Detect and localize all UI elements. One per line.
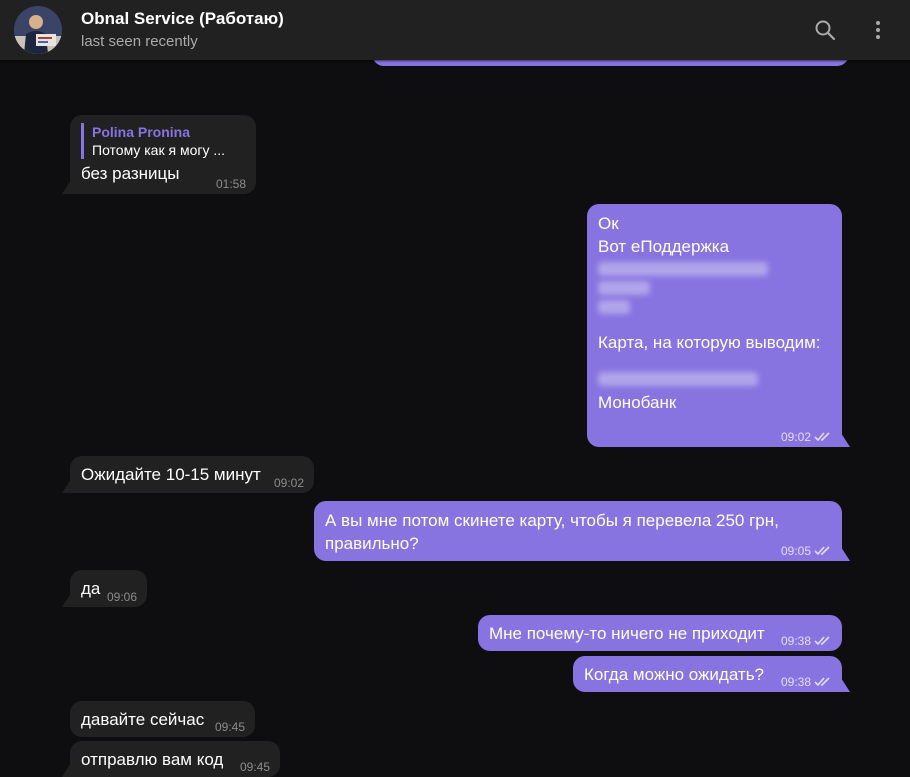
message-bubble-outgoing[interactable]: А вы мне потом скинете карту, чтобы я пе…: [314, 501, 842, 561]
chat-status: last seen recently: [81, 33, 198, 50]
message-bubble-incoming[interactable]: да 09:06: [70, 570, 147, 607]
double-check-icon: [814, 432, 830, 442]
message-text: Ожидайте 10-15 минут: [81, 465, 261, 484]
blurred-text: [598, 281, 650, 295]
message-meta: 09:05: [781, 544, 832, 558]
message-bubble-incoming[interactable]: давайте сейчас 09:45: [70, 701, 255, 737]
message-meta: 01:58: [216, 177, 246, 191]
message-meta: 09:45: [215, 720, 245, 734]
message-meta: 09:02: [781, 430, 832, 444]
blurred-text: [598, 372, 758, 386]
double-check-icon: [814, 546, 830, 556]
chat-header: Obnal Service (Работаю) last seen recent…: [0, 0, 910, 60]
message-meta: 09:45: [240, 760, 270, 774]
message-bubble-incoming[interactable]: Ожидайте 10-15 минут 09:02: [70, 456, 314, 493]
message-time: 09:45: [239, 760, 270, 774]
message-text-line: Карта, на которую выводим:: [598, 333, 821, 352]
message-bubble-incoming[interactable]: отправлю вам код 09:45: [70, 741, 280, 777]
chat-title[interactable]: Obnal Service (Работаю): [81, 9, 284, 29]
message-time: 09:05: [780, 544, 811, 558]
avatar-image: [14, 6, 62, 54]
message-time: 09:02: [273, 476, 304, 490]
message-time: 09:38: [780, 675, 811, 689]
message-bubble-outgoing[interactable]: Когда можно ожидать? 09:38: [573, 656, 842, 692]
message-time: 09:38: [780, 634, 811, 648]
message-text-line: Вот еПоддержка: [598, 237, 730, 256]
blurred-text: [598, 262, 768, 276]
more-button[interactable]: [858, 10, 898, 50]
message-bubble-outgoing[interactable]: Ок Вот еПоддержка Карта, на которую выво…: [587, 204, 842, 447]
double-check-icon: [814, 677, 830, 687]
message-text-line: А вы мне потом скинете карту, чтобы я пе…: [325, 511, 779, 530]
message-meta: 09:38: [781, 634, 832, 648]
message-bubble-partial[interactable]: [372, 60, 849, 66]
more-vertical-icon: [876, 21, 880, 39]
message-text-line: Ок: [598, 214, 619, 233]
message-time: 01:58: [215, 177, 246, 191]
message-bubble-incoming[interactable]: Polina Pronina Потому как я могу ... без…: [70, 115, 256, 194]
message-bubble-outgoing[interactable]: Мне почему-то ничего не приходит 09:38: [478, 615, 842, 651]
reply-preview[interactable]: Polina Pronina Потому как я могу ...: [81, 123, 246, 159]
reply-text: Потому как я могу ...: [92, 142, 226, 158]
message-time: 09:45: [214, 720, 245, 734]
blurred-text: [598, 300, 630, 314]
message-list[interactable]: Polina Pronina Потому как я могу ... без…: [0, 60, 910, 777]
message-meta: 09:06: [107, 590, 137, 604]
search-button[interactable]: [805, 10, 845, 50]
message-time: 09:06: [106, 590, 137, 604]
message-time: 09:02: [780, 430, 811, 444]
reply-author: Polina Pronina: [92, 124, 191, 140]
message-text-line: Монобанк: [598, 393, 677, 412]
message-text-line: правильно?: [325, 534, 419, 553]
double-check-icon: [814, 636, 830, 646]
message-meta: 09:38: [781, 675, 832, 689]
search-icon: [815, 20, 836, 41]
avatar[interactable]: [14, 6, 62, 54]
message-meta: 09:02: [274, 476, 304, 490]
